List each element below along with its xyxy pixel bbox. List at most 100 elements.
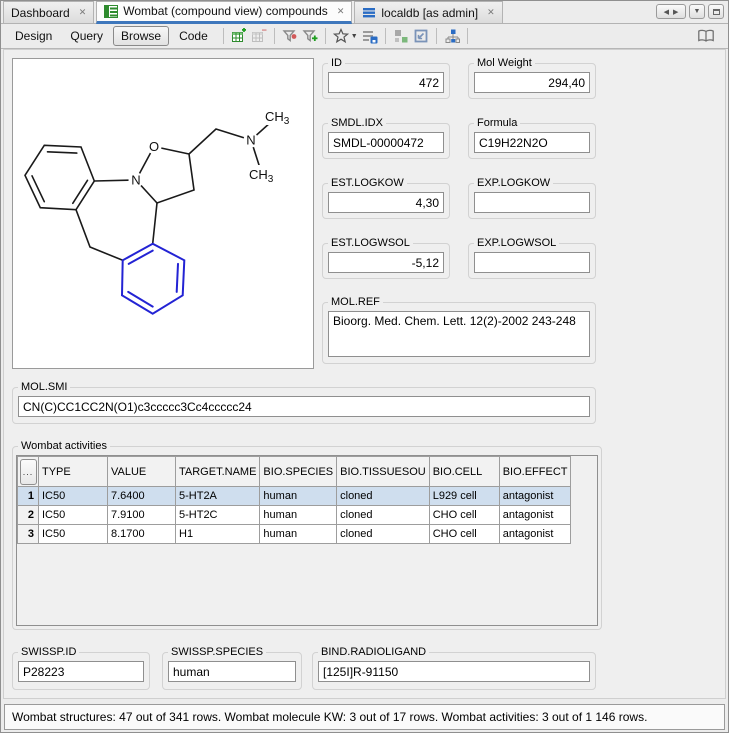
row-number[interactable]: 3 (18, 525, 39, 544)
column-header-bio-effect[interactable]: BIO.EFFECT (499, 457, 571, 487)
est-logwsol-field[interactable] (328, 252, 444, 273)
table-cell[interactable]: H1 (176, 525, 260, 544)
id-field[interactable] (328, 72, 444, 93)
smdl-idx-field[interactable] (328, 132, 444, 153)
save-grid-icon[interactable] (361, 27, 379, 45)
filter-clear-icon[interactable] (281, 27, 299, 45)
table-cell[interactable]: 7.6400 (108, 487, 176, 506)
field-label: EXP.LOGWSOL (474, 236, 559, 251)
table-cell[interactable]: antagonist (499, 525, 571, 544)
mol-weight-field[interactable] (474, 72, 590, 93)
toolbar-separator (436, 28, 437, 44)
column-header-type[interactable]: TYPE (39, 457, 108, 487)
field-group-exp-logwsol: EXP.LOGWSOL (468, 243, 596, 279)
table-row[interactable]: 1IC507.64005-HT2AhumanclonedL929 cellant… (18, 487, 571, 506)
bind-radioligand-field[interactable] (318, 661, 590, 682)
field-label: Formula (474, 116, 520, 131)
chevron-down-icon[interactable]: ▼ (351, 33, 358, 40)
tab-label: Wombat (compound view) compounds (123, 4, 328, 18)
field-label: EST.LOGKOW (328, 176, 407, 191)
table-cell[interactable]: human (260, 487, 337, 506)
column-header-value[interactable]: VALUE (108, 457, 176, 487)
exp-logwsol-field[interactable] (474, 252, 590, 273)
table-cell[interactable]: 5-HT2C (176, 506, 260, 525)
table-cell[interactable]: 8.1700 (108, 525, 176, 544)
table-cell[interactable]: 7.9100 (108, 506, 176, 525)
toolbar-separator (467, 28, 468, 44)
tab-label: Dashboard (11, 6, 70, 20)
table-row[interactable]: 2IC507.91005-HT2ChumanclonedCHO cellanta… (18, 506, 571, 525)
row-number[interactable]: 2 (18, 506, 39, 525)
mol-smi-field[interactable] (18, 396, 590, 417)
favorites-star-icon[interactable] (332, 27, 350, 45)
query-mode-button[interactable]: Query (62, 26, 111, 46)
formula-field[interactable] (474, 132, 590, 153)
tab-dashboard[interactable]: Dashboard ✕ (3, 1, 94, 23)
toolbar-separator (385, 28, 386, 44)
application-window: Dashboard ✕ Wombat (compound view) compo… (0, 0, 729, 733)
table-cell[interactable]: IC50 (39, 487, 108, 506)
chevron-down-icon: ▼ (694, 8, 701, 15)
table-cell[interactable]: antagonist (499, 487, 571, 506)
swissp-species-field[interactable] (168, 661, 296, 682)
design-mode-button[interactable]: Design (7, 26, 60, 46)
est-logkow-field[interactable] (328, 192, 444, 213)
table-cell[interactable]: antagonist (499, 506, 571, 525)
form-view: N O N CH3 CH3 ID Mol Weight SMDL.IDX For… (3, 49, 726, 699)
tab-label: localdb [as admin] (381, 6, 478, 20)
maximize-button[interactable] (708, 4, 724, 19)
fit-selection-icon[interactable] (412, 27, 430, 45)
widgets-icon[interactable] (392, 27, 410, 45)
close-icon[interactable]: ✕ (79, 7, 87, 18)
column-header-bio-species[interactable]: BIO.SPECIES (260, 457, 337, 487)
table-cell[interactable]: cloned (337, 506, 430, 525)
table-row[interactable]: 3IC508.1700H1humanclonedCHO cellantagoni… (18, 525, 571, 544)
swissp-id-field[interactable] (18, 661, 144, 682)
table-cell[interactable]: L929 cell (429, 487, 499, 506)
tab-wombat-compounds[interactable]: Wombat (compound view) compounds ✕ (96, 1, 352, 24)
field-group-mol-smi: MOL.SMI (12, 387, 596, 424)
tab-list-dropdown-button[interactable]: ▼ (689, 4, 705, 19)
row-number[interactable]: 1 (18, 487, 39, 506)
status-text: Wombat structures: 47 out of 341 rows. W… (12, 710, 647, 724)
toolbar-separator (274, 28, 275, 44)
field-group-mol-ref: MOL.REF Bioorg. Med. Chem. Lett. 12(2)-2… (322, 302, 596, 364)
column-header-target-name[interactable]: TARGET.NAME (176, 457, 260, 487)
tab-scroll-buttons[interactable]: ◀ ▶ (656, 4, 686, 19)
molecule-structure-viewer[interactable]: N O N CH3 CH3 (12, 58, 314, 369)
table-cell[interactable]: IC50 (39, 506, 108, 525)
table-cell[interactable]: human (260, 525, 337, 544)
add-grid-icon[interactable] (230, 27, 248, 45)
filter-add-icon[interactable] (301, 27, 319, 45)
remove-grid-icon[interactable] (250, 27, 268, 45)
field-label: EST.LOGWSOL (328, 236, 413, 251)
table-cell[interactable]: human (260, 506, 337, 525)
code-mode-button[interactable]: Code (171, 26, 216, 46)
field-group-formula: Formula (468, 123, 596, 159)
close-icon[interactable]: ✕ (337, 6, 345, 17)
field-label: SMDL.IDX (328, 116, 386, 131)
table-cell[interactable]: 5-HT2A (176, 487, 260, 506)
toolbar-separator (223, 28, 224, 44)
mol-ref-field[interactable]: Bioorg. Med. Chem. Lett. 12(2)-2002 243-… (328, 311, 590, 357)
scroll-left-icon[interactable]: ◀ (664, 8, 669, 16)
tab-localdb[interactable]: localdb [as admin] ✕ (354, 1, 502, 23)
scroll-right-icon[interactable]: ▶ (673, 8, 678, 16)
browse-mode-button[interactable]: Browse (113, 26, 169, 46)
activities-scrollpane[interactable]: ... TYPE VALUE TARGET.NAME BIO.SPECIES B… (16, 455, 598, 626)
hierarchy-icon[interactable] (443, 27, 461, 45)
window-controls: ◀ ▶ ▼ (656, 4, 724, 19)
table-cell[interactable]: cloned (337, 487, 430, 506)
table-cell[interactable]: CHO cell (429, 525, 499, 544)
column-header-bio-tissuesource[interactable]: BIO.TISSUESOU (337, 457, 430, 487)
table-cell[interactable]: IC50 (39, 525, 108, 544)
column-options-button[interactable]: ... (20, 459, 37, 485)
close-icon[interactable]: ✕ (487, 7, 495, 18)
column-header-bio-cell[interactable]: BIO.CELL (429, 457, 499, 487)
database-icon (362, 6, 376, 19)
book-icon[interactable] (697, 27, 715, 45)
atom-label-amine-n: N (246, 133, 255, 148)
table-cell[interactable]: cloned (337, 525, 430, 544)
exp-logkow-field[interactable] (474, 192, 590, 213)
table-cell[interactable]: CHO cell (429, 506, 499, 525)
